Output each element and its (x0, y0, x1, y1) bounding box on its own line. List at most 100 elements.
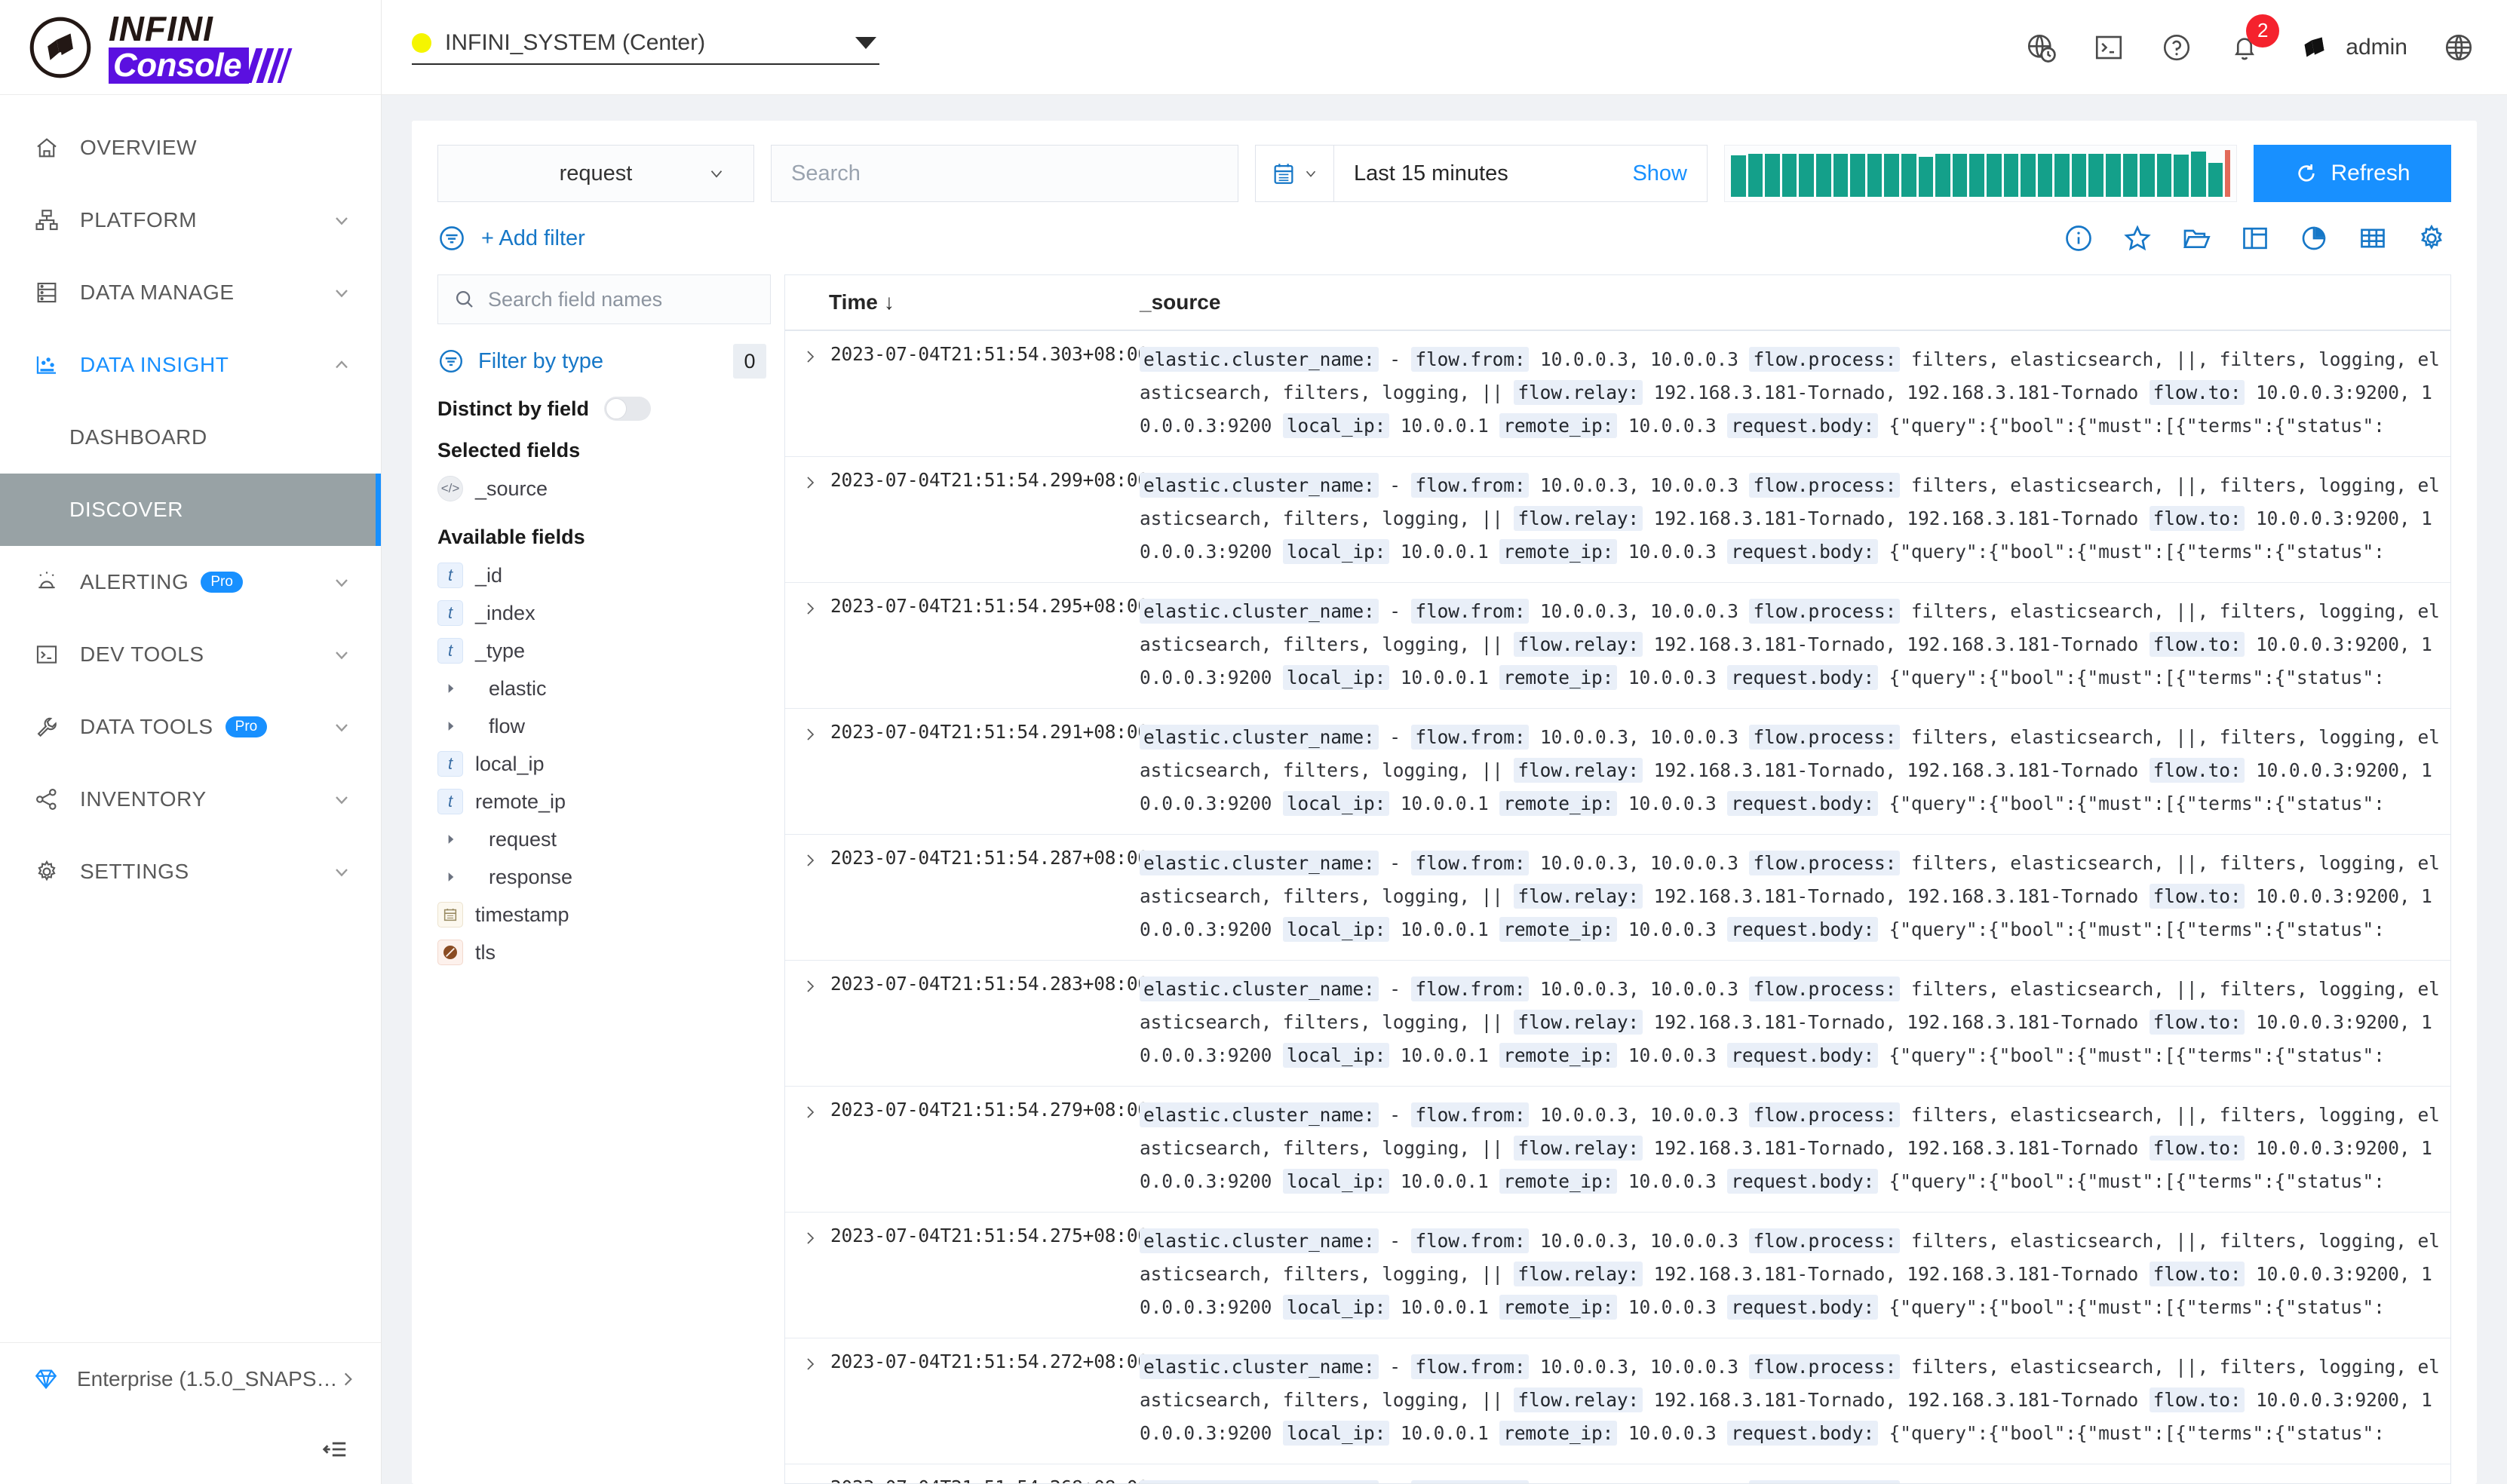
source-field-value: - (1378, 1230, 1412, 1252)
source-field-key: flow.process: (1749, 473, 1901, 498)
source-field-key: local_ip: (1282, 917, 1390, 942)
field-item[interactable]: flow (437, 707, 766, 745)
globe-clock-icon[interactable] (2024, 31, 2057, 64)
add-filter-button[interactable]: + Add filter (437, 224, 585, 253)
source-field-value: 10.0.0.3 (1617, 541, 1728, 563)
field-item[interactable]: timestamp (437, 896, 766, 934)
pie-chart-icon[interactable] (2299, 223, 2329, 253)
histogram-bar (2208, 163, 2223, 197)
filter-by-type-row[interactable]: Filter by type 0 (437, 344, 766, 379)
table-row[interactable]: 2023-07-04T21:51:54.287+08:00 elastic.clu… (785, 835, 2450, 961)
table-icon[interactable] (2358, 223, 2388, 253)
source-field-value: 192.168.3.181-Tornado, 192.168.3.181-Tor… (1643, 1263, 2150, 1285)
field-search-box[interactable] (437, 274, 771, 324)
table-row[interactable]: 2023-07-04T21:51:54.303+08:00 elastic.clu… (785, 331, 2450, 457)
sidebar-item-dashboard[interactable]: DASHBOARD (0, 401, 381, 474)
sidebar-item-discover[interactable]: DISCOVER (0, 474, 381, 546)
layout-icon[interactable] (2240, 223, 2270, 253)
search-input[interactable] (771, 145, 1238, 202)
field-item[interactable]: t _index (437, 594, 766, 632)
expand-row-icon[interactable] (800, 1225, 820, 1247)
field-item[interactable]: t local_ip (437, 745, 766, 783)
user-menu[interactable]: admin (2296, 29, 2407, 66)
field-item[interactable]: t _type (437, 632, 766, 670)
field-type-date-icon (437, 902, 463, 928)
source-field-key: remote_ip: (1499, 791, 1618, 816)
field-search-row (437, 274, 813, 324)
source-field-value: 10.0.0.1 (1389, 1422, 1500, 1444)
expand-row-icon[interactable] (800, 469, 820, 492)
table-row[interactable]: 2023-07-04T21:51:54.268+08:00elastic.clu… (785, 1464, 2450, 1483)
expand-row-icon[interactable] (800, 1351, 820, 1373)
bell-icon[interactable]: 2 (2228, 14, 2280, 64)
refresh-icon (2294, 161, 2318, 186)
filter-icon (437, 348, 465, 375)
sidebar-item-label: SETTINGS (80, 860, 189, 883)
source-field-key: request.body: (1727, 791, 1879, 816)
app-logo[interactable]: INFINI Console (0, 0, 381, 95)
sidebar-license[interactable]: Enterprise (1.5.0_SNAPS… (0, 1342, 381, 1415)
filter-by-type-button[interactable]: Filter by type (437, 348, 603, 375)
histogram-bar (1986, 153, 2002, 197)
source-field-value: 10.0.0.3, 10.0.0.3 (1529, 1356, 1750, 1378)
sidebar-collapse-button[interactable] (0, 1415, 381, 1484)
sidebar-item-platform[interactable]: PLATFORM (0, 184, 381, 256)
table-row[interactable]: 2023-07-04T21:51:54.275+08:00 elastic.clu… (785, 1213, 2450, 1338)
globe-icon[interactable] (2442, 31, 2475, 64)
terminal-icon[interactable] (2092, 31, 2125, 64)
calendar-icon[interactable] (1256, 146, 1334, 201)
field-item[interactable]: t remote_ip (437, 783, 766, 820)
sidebar-item-data-insight[interactable]: DATA INSIGHT (0, 329, 381, 401)
sidebar-item-data-manage[interactable]: DATA MANAGE (0, 256, 381, 329)
expand-row-icon[interactable] (800, 595, 820, 618)
help-icon[interactable] (2160, 31, 2193, 64)
expand-row-icon[interactable] (800, 721, 820, 744)
sidebar-item-data-tools[interactable]: DATA TOOLS Pro (0, 691, 381, 763)
time-range-picker[interactable]: Last 15 minutes Show (1255, 145, 1708, 202)
info-icon[interactable] (2064, 223, 2094, 253)
field-name-label: flow (489, 714, 526, 737)
source-field-key: remote_ip: (1499, 539, 1618, 564)
distinct-by-field-toggle[interactable] (604, 397, 652, 421)
field-item[interactable]: elastic (437, 670, 766, 707)
table-cell-time: 2023-07-04T21:51:54.272+08:00 (785, 1351, 1149, 1450)
field-type-source-icon: </> (437, 476, 463, 501)
view-toolbar (2064, 223, 2451, 253)
expand-row-icon[interactable] (800, 973, 820, 995)
source-field-value: 10.0.0.3 (1617, 1422, 1728, 1444)
folder-icon[interactable] (2181, 223, 2211, 253)
column-header-time[interactable]: Time ↓ (785, 290, 1140, 314)
expand-row-icon[interactable] (800, 847, 820, 869)
field-item[interactable]: t _id (437, 556, 766, 594)
table-row[interactable]: 2023-07-04T21:51:54.283+08:00 elastic.clu… (785, 961, 2450, 1087)
sidebar-item-dev-tools[interactable]: DEV TOOLS (0, 618, 381, 691)
table-row[interactable]: 2023-07-04T21:51:54.295+08:00 elastic.clu… (785, 583, 2450, 709)
time-range-show-link[interactable]: Show (1632, 161, 1707, 186)
field-item[interactable]: </> _source (437, 470, 766, 507)
expand-row-icon[interactable] (800, 1476, 820, 1483)
field-item[interactable]: request (437, 820, 766, 858)
table-cell-time: 2023-07-04T21:51:54.279+08:00 (785, 1099, 1149, 1198)
table-row[interactable]: 2023-07-04T21:51:54.291+08:00 elastic.clu… (785, 709, 2450, 835)
sidebar-item-inventory[interactable]: INVENTORY (0, 763, 381, 836)
field-item[interactable]: response (437, 858, 766, 896)
expand-row-icon[interactable] (800, 343, 820, 366)
source-field-key: flow.process: (1749, 851, 1901, 875)
sidebar-item-settings[interactable]: SETTINGS (0, 836, 381, 908)
refresh-button[interactable]: Refresh (2254, 145, 2451, 202)
sidebar-item-overview[interactable]: OVERVIEW (0, 112, 381, 184)
table-row[interactable]: 2023-07-04T21:51:54.299+08:00 elastic.clu… (785, 457, 2450, 583)
expand-row-icon[interactable] (800, 1099, 820, 1121)
time-histogram[interactable] (1724, 145, 2237, 202)
table-row[interactable]: 2023-07-04T21:51:54.272+08:00 elastic.clu… (785, 1338, 2450, 1464)
cluster-selector[interactable]: INFINI_SYSTEM (Center) (412, 30, 879, 65)
field-item[interactable]: tls (437, 934, 766, 971)
field-type-text-icon: t (437, 563, 463, 588)
field-search-input[interactable] (488, 287, 755, 311)
index-pattern-select[interactable]: request (437, 145, 754, 202)
star-icon[interactable] (2122, 223, 2153, 253)
sidebar-item-alerting[interactable]: ALERTING Pro (0, 546, 381, 618)
gear-icon[interactable] (2416, 223, 2447, 253)
user-name-label: admin (2346, 34, 2407, 60)
table-row[interactable]: 2023-07-04T21:51:54.279+08:00 elastic.clu… (785, 1087, 2450, 1213)
